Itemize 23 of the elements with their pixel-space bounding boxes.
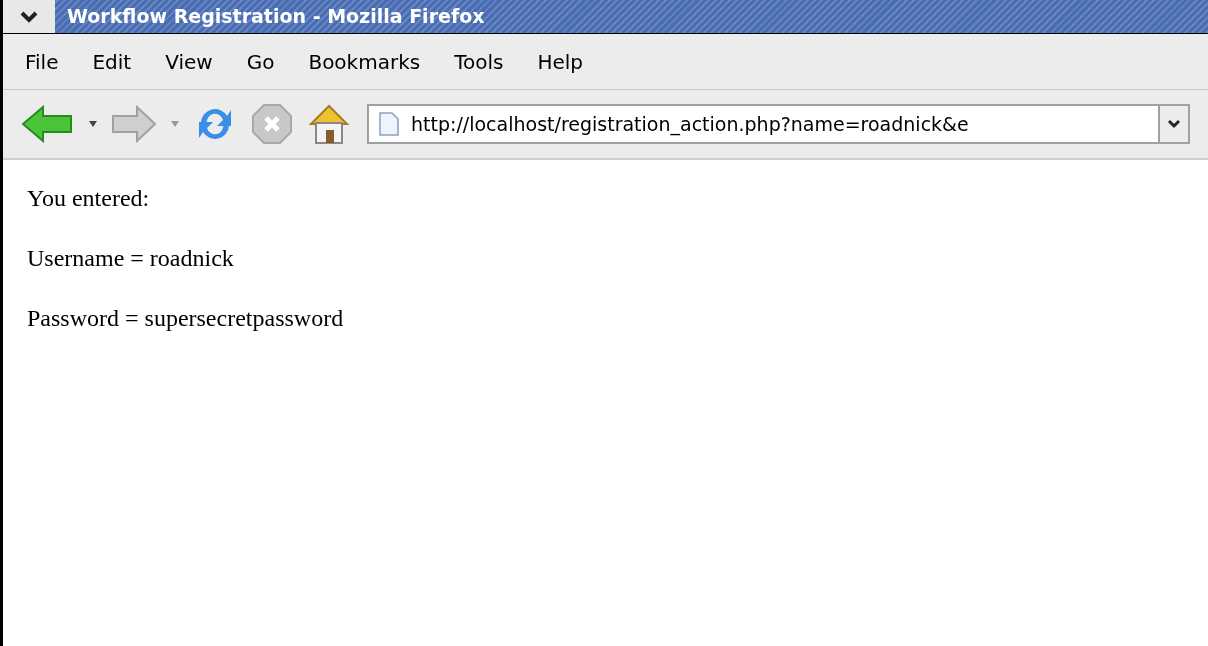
menu-item[interactable]: File	[25, 46, 59, 77]
stop-icon[interactable]	[251, 103, 293, 145]
forward-arrow-icon[interactable]	[111, 105, 157, 143]
page-text: You entered:	[27, 184, 151, 213]
chevron-down-icon	[1167, 119, 1181, 129]
menu-item[interactable]: Edit	[92, 46, 132, 77]
menu-item[interactable]: Go	[246, 46, 275, 77]
menu-item[interactable]: View	[165, 46, 213, 77]
menu-item[interactable]: Help	[537, 46, 584, 77]
menu-item[interactable]: Tools	[454, 46, 504, 77]
dropdown-caret-icon[interactable]	[89, 121, 97, 127]
window-menu-button[interactable]	[3, 0, 55, 33]
home-icon[interactable]	[307, 102, 351, 146]
window-title: Workflow Registration - Mozilla Firefox	[67, 4, 485, 30]
menu-item[interactable]: Bookmarks	[308, 46, 421, 77]
address-bar[interactable]: http://localhost/registration_action.php?name=roadnick&e	[367, 104, 1190, 144]
page-text: Username = roadnick	[27, 244, 235, 273]
page-icon	[379, 112, 399, 136]
back-arrow-icon[interactable]	[21, 105, 75, 143]
chevron-down-icon	[20, 10, 38, 23]
dropdown-button[interactable]	[1158, 106, 1188, 142]
url-text: http://localhost/registration_action.php?name=roadnick&e	[411, 111, 970, 138]
page-text: Password = supersecretpassword	[27, 304, 345, 333]
